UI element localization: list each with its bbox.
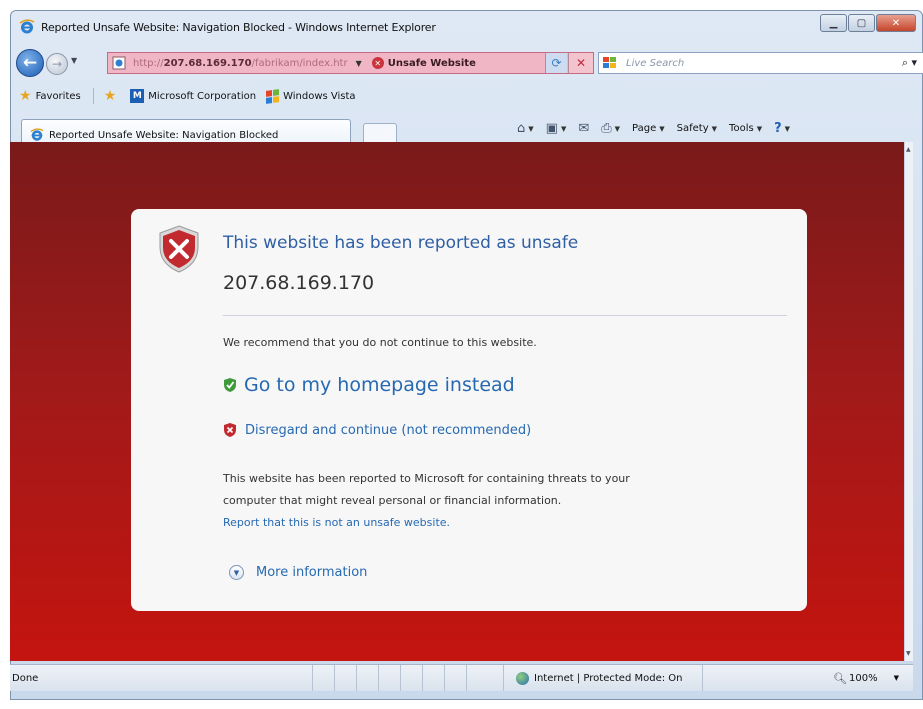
warning-card: This website has been reported as unsafe… <box>131 209 807 611</box>
unsafe-website-indicator[interactable]: Unsafe Website <box>388 58 476 69</box>
live-search-icon <box>603 57 616 68</box>
stop-button[interactable]: ✕ <box>568 53 593 73</box>
print-button[interactable]: ⎙ ▼ <box>601 121 620 136</box>
shield-error-icon <box>159 225 199 273</box>
recent-pages-dropdown[interactable]: ▼ <box>71 56 77 65</box>
mail-icon: ✉ <box>578 121 590 136</box>
green-shield-icon <box>224 378 236 392</box>
favorites-separator <box>92 88 94 104</box>
ie-logo-icon <box>30 128 44 141</box>
printer-icon: ⎙ <box>601 121 612 136</box>
report-not-unsafe-link[interactable]: Report that this is not an unsafe websit… <box>223 512 630 534</box>
window-controls: ▁ ▢ ✕ <box>819 14 916 32</box>
back-button[interactable]: ← <box>16 49 44 77</box>
favorites-button[interactable]: ★ Favorites <box>19 88 81 104</box>
magnifier-icon: 🔍︎ <box>833 671 848 685</box>
feeds-button[interactable]: ▣ ▼ <box>546 121 567 136</box>
navigation-row: ← → ▼ http://207.68.169.170/fabrikam/ind… <box>11 47 923 79</box>
favorite-link-microsoft[interactable]: M Microsoft Corporation <box>130 89 256 103</box>
globe-icon <box>516 671 529 685</box>
search-icon[interactable]: ⌕ ▾ <box>902 56 917 70</box>
zone-label: Internet | Protected Mode: On <box>534 672 683 684</box>
status-bar: Done Internet | Protected Mode: On 🔍︎ 10… <box>10 664 913 691</box>
go-home-label: Go to my homepage instead <box>244 374 515 396</box>
unsafe-warning-icon: ✕ <box>371 57 384 69</box>
ie-logo-icon <box>19 19 35 34</box>
page-icon <box>112 56 126 70</box>
expand-chevron-icon: ▼ <box>229 565 244 580</box>
blocked-host: 207.68.169.170 <box>223 272 375 294</box>
windows-flag-icon <box>266 88 280 104</box>
warning-title: This website has been reported as unsafe <box>223 233 579 253</box>
safety-menu[interactable]: Safety ▼ <box>677 123 717 134</box>
status-text: Done <box>12 672 39 684</box>
favorites-bar: ★ Favorites ★ M Microsoft Corporation Wi… <box>11 83 922 109</box>
scroll-up-arrow-icon[interactable]: ▲ <box>906 146 911 153</box>
forward-arrow-icon: → <box>51 57 63 71</box>
zoom-dropdown-icon[interactable]: ▼ <box>894 674 899 682</box>
close-button[interactable]: ✕ <box>876 14 916 32</box>
maximize-button[interactable]: ▢ <box>848 14 875 32</box>
page-menu[interactable]: Page ▼ <box>632 123 665 134</box>
explanation-text: This website has been reported to Micros… <box>223 468 630 534</box>
window-title: Reported Unsafe Website: Navigation Bloc… <box>41 20 436 34</box>
home-button[interactable]: ⌂ ▼ <box>517 121 534 136</box>
blocked-page-content: This website has been reported as unsafe… <box>10 142 904 661</box>
search-input[interactable]: Live Search <box>626 58 684 69</box>
address-dropdown[interactable]: ▼ <box>356 59 362 68</box>
search-box[interactable]: Live Search ⌕ ▾ <box>598 52 923 74</box>
explanation-line-2: computer that might reveal personal or f… <box>223 494 562 507</box>
continue-anyway-link[interactable]: Disregard and continue (not recommended) <box>223 422 531 438</box>
title-bar: Reported Unsafe Website: Navigation Bloc… <box>11 11 922 43</box>
more-information-toggle[interactable]: ▼ More information <box>223 565 367 580</box>
refresh-button[interactable]: ⟳ <box>545 53 567 73</box>
home-icon: ⌂ <box>517 121 526 136</box>
mail-button[interactable]: ✉ <box>578 121 589 136</box>
zoom-control[interactable]: 🔍︎ 100% ▼ <box>833 665 899 691</box>
address-url[interactable]: http://207.68.169.170/fabrikam/index.htr <box>133 58 348 69</box>
vertical-scrollbar[interactable]: ▲ ▼ <box>904 142 913 661</box>
command-bar: ⌂ ▼ ▣ ▼ ✉ ⎙ ▼ Page ▼ Safety ▼ Tools ▼ ? ▼ <box>517 121 802 136</box>
zoom-level: 100% <box>849 672 878 684</box>
tools-menu[interactable]: Tools ▼ <box>729 123 762 134</box>
forward-button[interactable]: → <box>46 53 68 75</box>
favorite-link-windows-vista[interactable]: Windows Vista <box>266 88 356 104</box>
tab-label: Reported Unsafe Website: Navigation Bloc… <box>49 129 279 141</box>
explanation-line-1: This website has been reported to Micros… <box>223 472 630 485</box>
help-button[interactable]: ? ▼ <box>774 121 790 136</box>
back-arrow-icon: ← <box>22 53 38 73</box>
microsoft-icon: M <box>130 89 145 103</box>
feeds-icon: ▣ <box>545 121 558 136</box>
address-bar[interactable]: http://207.68.169.170/fabrikam/index.htr… <box>107 52 594 74</box>
help-icon: ? <box>774 121 782 136</box>
star-icon: ★ <box>19 88 32 104</box>
continue-anyway-label: Disregard and continue (not recommended) <box>245 422 532 438</box>
more-information-label: More information <box>256 565 368 580</box>
scroll-down-arrow-icon[interactable]: ▼ <box>906 650 911 657</box>
divider <box>223 315 787 316</box>
security-zone[interactable]: Internet | Protected Mode: On <box>503 665 704 691</box>
minimize-button[interactable]: ▁ <box>820 14 847 32</box>
go-home-link[interactable]: Go to my homepage instead <box>223 374 515 396</box>
recommendation-text: We recommend that you do not continue to… <box>223 336 537 349</box>
add-favorite-button[interactable]: ★ <box>104 88 121 104</box>
status-cells <box>312 665 488 691</box>
red-shield-icon <box>224 423 236 437</box>
add-star-icon: ★ <box>103 88 117 104</box>
